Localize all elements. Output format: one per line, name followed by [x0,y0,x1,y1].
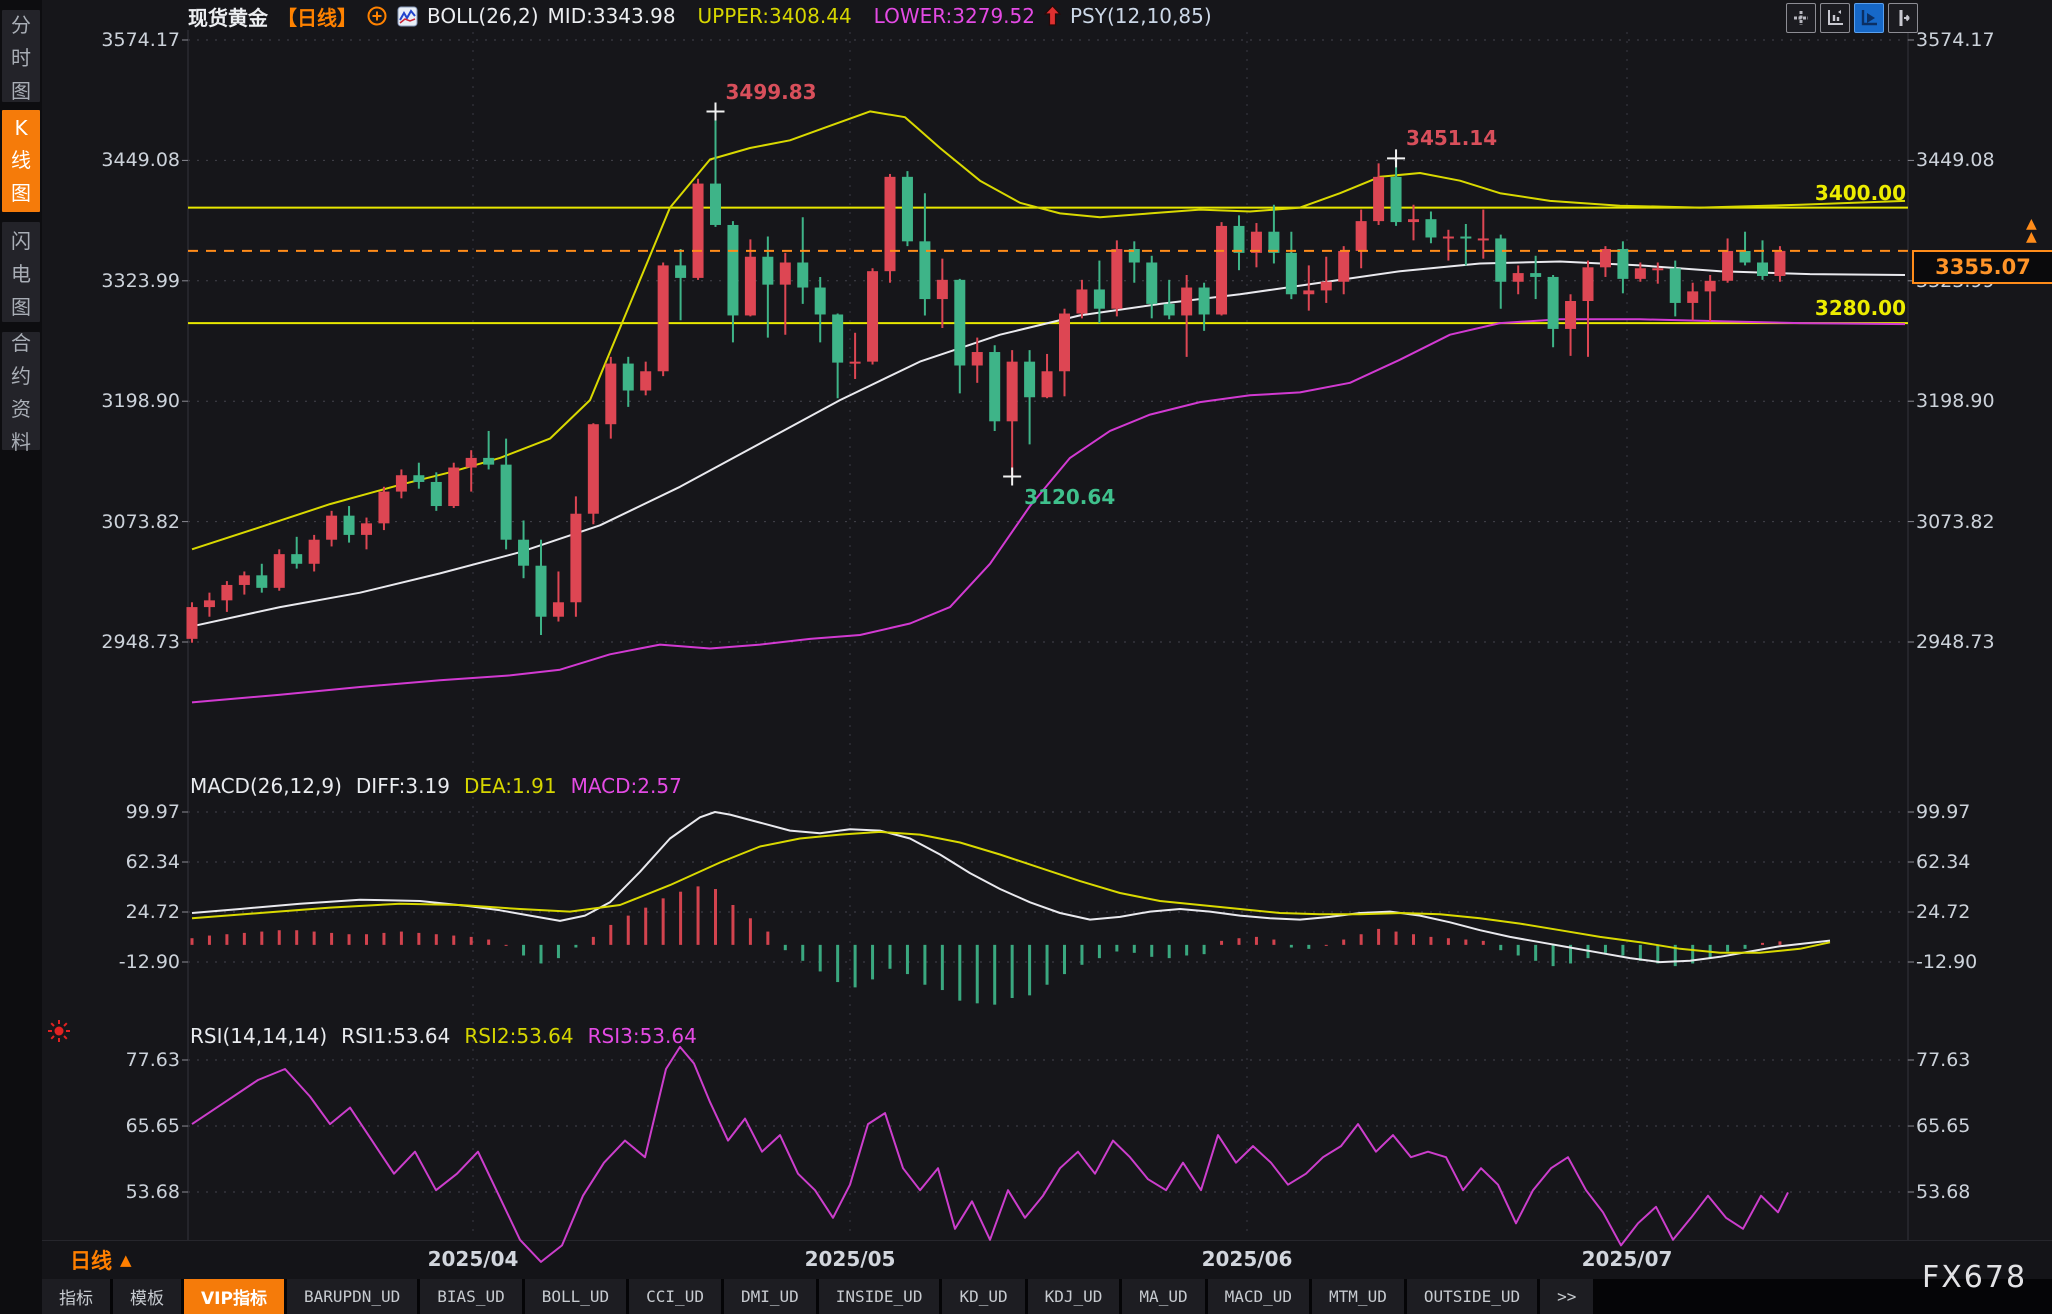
toolbar-tab-ma-ud[interactable]: MA_UD [1122,1279,1204,1314]
boll-lower-value: LOWER:3279.52 [874,4,1035,28]
macd-title-row: MACD(26,12,9) DIFF:3.19 DEA:1.91 MACD:2.… [190,774,682,798]
toolbar-tab-kd-ud[interactable]: KD_UD [942,1279,1024,1314]
alert-dot-icon [46,1018,72,1048]
chart-plot-area[interactable] [0,0,2052,1314]
axis-play-icon[interactable] [1854,3,1884,33]
toolbar-tab-kdj-ud[interactable]: KDJ_UD [1028,1279,1120,1314]
macd-params: MACD(26,12,9) [190,774,342,798]
toolbar-tab-模板[interactable]: 模板 [113,1279,181,1314]
toolbar-tab-cci-ud[interactable]: CCI_UD [629,1279,721,1314]
boll-mid-value: MID:3343.98 [548,4,676,28]
rsi2-value: RSI2:53.64 [464,1024,573,1048]
boll-upper-value: UPPER:3408.44 [698,4,852,28]
macd-macd-value: MACD:2.57 [571,774,682,798]
toolbar-tab-inside-ud[interactable]: INSIDE_UD [819,1279,940,1314]
macd-dea-value: DEA:1.91 [464,774,557,798]
toolbar-tab-outside-ud[interactable]: OUTSIDE_UD [1407,1279,1537,1314]
symbol-title: 现货黄金 [188,2,268,31]
chart-header: 现货黄金 【日线】 BOLL(26,2) MID:3343.98 UPPER:3… [188,1,1212,31]
period-tag[interactable]: 【日线】 [277,2,357,31]
boll-label: BOLL(26,2) [427,4,539,28]
current-price-tag: 3355.07 [1912,250,2052,284]
period-selector-button[interactable]: 日线 ▲ [70,1245,132,1275]
toolbar-tab-macd-ud[interactable]: MACD_UD [1208,1279,1309,1314]
toolbar-more-button[interactable]: >> [1540,1279,1593,1314]
toolbar-tab-vip指标[interactable]: VIP指标 [184,1279,284,1314]
toolbar-tab-bias-ud[interactable]: BIAS_UD [420,1279,521,1314]
indicator-toolbar: 指标模板VIP指标BARUPDN_UDBIAS_UDBOLL_UDCCI_UDD… [42,1279,2052,1314]
price-up-arrows-icon: ▲▲ [2026,218,2037,244]
watermark: FX678 [1922,1260,2027,1295]
macd-diff-value: DIFF:3.19 [356,774,450,798]
triangle-up-icon: ▲ [120,1251,132,1269]
rsi-title-row: RSI(14,14,14) RSI1:53.64 RSI2:53.64 RSI3… [190,1024,697,1048]
app-root: 分时图K线图闪电图合约资料 3400.003280.003499.833451.… [0,0,2052,1314]
axis-scale-icon[interactable] [1820,3,1850,33]
psy-label: PSY(12,10,85) [1070,4,1212,28]
toolbar-tab-dmi-ud[interactable]: DMI_UD [724,1279,816,1314]
toolbar-tab-指标[interactable]: 指标 [42,1279,110,1314]
add-indicator-icon[interactable] [366,5,388,27]
rsi-params: RSI(14,14,14) [190,1024,327,1048]
pan-tool-icon[interactable] [1786,3,1816,33]
toolbar-tab-mtm-ud[interactable]: MTM_UD [1312,1279,1404,1314]
toolbar-tab-boll-ud[interactable]: BOLL_UD [525,1279,626,1314]
rsi3-value: RSI3:53.64 [588,1024,697,1048]
toolbar-tab-barupdn-ud[interactable]: BARUPDN_UD [287,1279,417,1314]
mini-chart-icon[interactable] [397,6,418,27]
period-selector-label: 日线 [70,1245,112,1275]
axis-shift-icon[interactable] [1888,3,1918,33]
chart-view-buttons [1786,3,1918,33]
rsi1-value: RSI1:53.64 [341,1024,450,1048]
up-arrow-icon [1044,5,1061,27]
